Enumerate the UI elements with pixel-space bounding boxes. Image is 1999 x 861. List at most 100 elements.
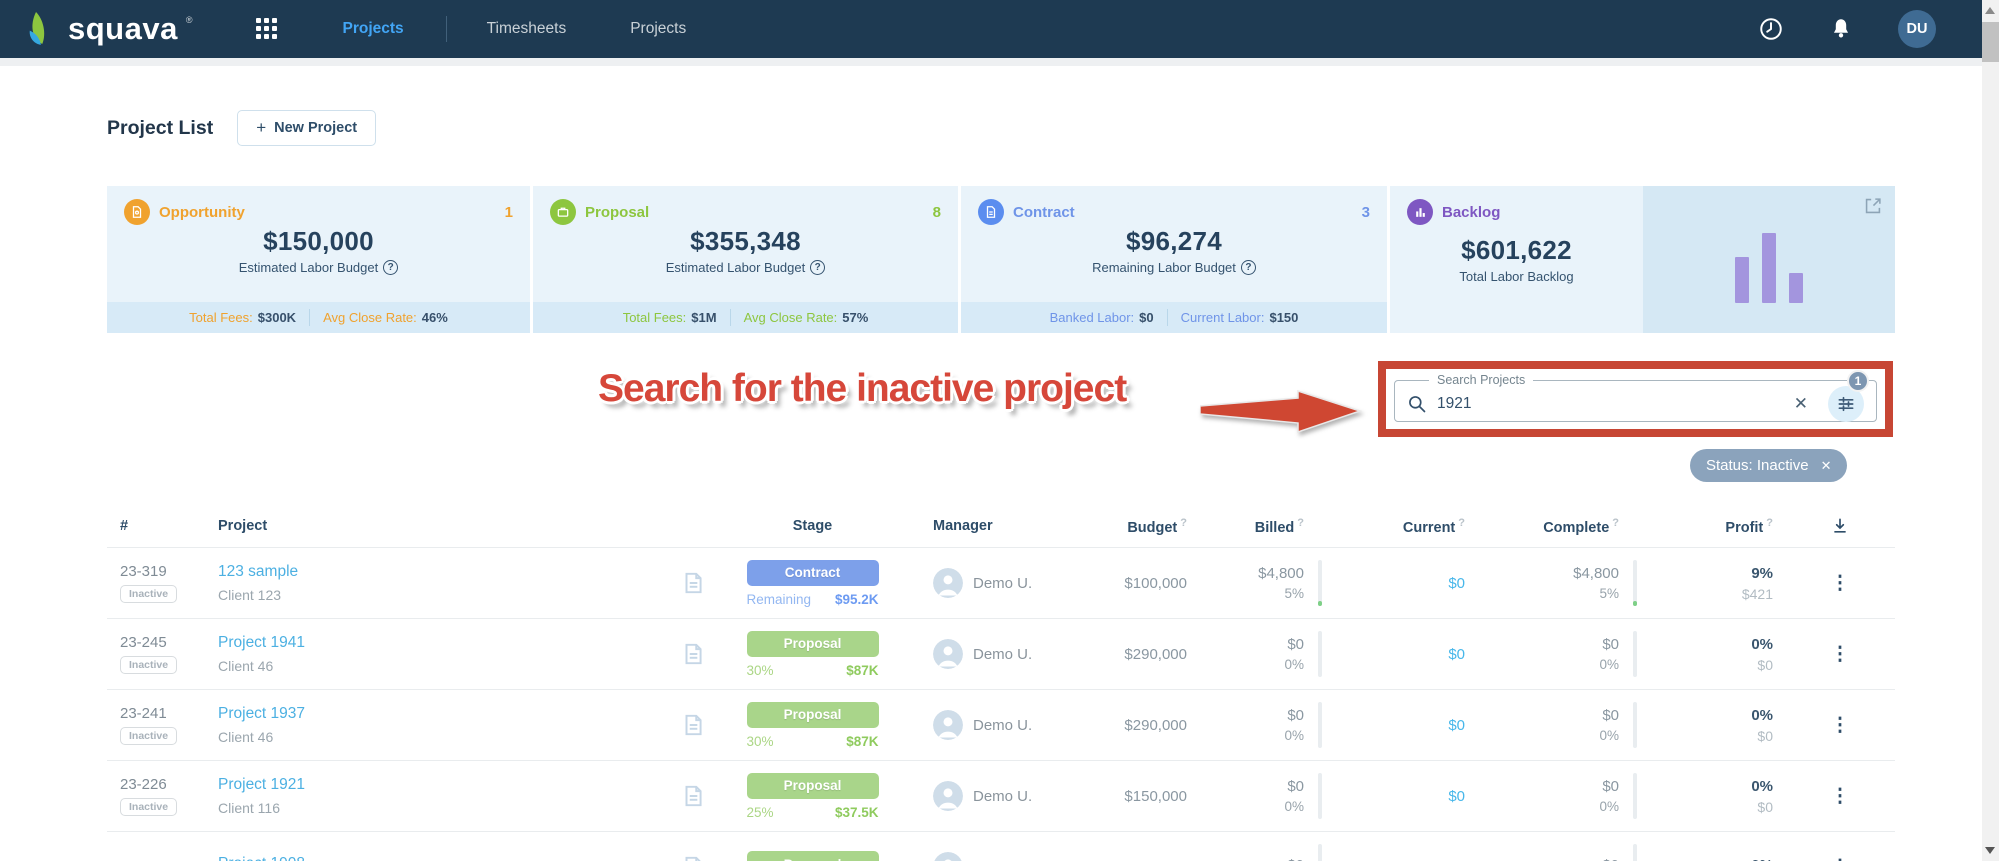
nav-link-projects-2[interactable]: Projects <box>630 20 686 38</box>
help-icon[interactable]: ? <box>1240 260 1256 275</box>
help-icon[interactable]: ? <box>1180 517 1187 529</box>
billed-value: $0 <box>1287 636 1304 653</box>
budget-cell: $290,000 <box>1124 645 1187 663</box>
project-link[interactable]: Project 1921 <box>218 776 305 793</box>
card-proposal[interactable]: Proposal 8 $355,348 Estimated Labor Budg… <box>533 186 958 333</box>
note-icon[interactable] <box>680 854 706 861</box>
remove-filter-icon[interactable]: ✕ <box>1821 458 1832 474</box>
table-row: 23-319 Inactive 123 sample Client 123 Co… <box>107 547 1895 618</box>
complete-cell: $0 <box>1485 844 1645 861</box>
billed-percent: 5% <box>1284 586 1304 601</box>
brand-logo[interactable]: squava ® <box>28 9 192 49</box>
card-title: Contract <box>1013 203 1075 221</box>
profit-amount: $0 <box>1757 656 1773 673</box>
search-input[interactable]: 1921 <box>1437 395 1784 413</box>
annotation-highlight-frame: Search Projects 1921 ✕ 1 <box>1378 361 1893 437</box>
user-avatar[interactable]: DU <box>1898 10 1936 48</box>
clock-icon[interactable] <box>1758 16 1784 42</box>
complete-cell: $0 0% <box>1485 773 1645 819</box>
project-number: 23-319 <box>120 563 167 580</box>
search-projects-box[interactable]: Search Projects 1921 ✕ 1 <box>1394 370 1877 422</box>
page-scrollbar[interactable] <box>1982 0 1999 861</box>
complete-bar <box>1633 844 1637 861</box>
table-row: 23-245 Inactive Project 1941 Client 46 P… <box>107 618 1895 689</box>
nav-link-timesheets[interactable]: Timesheets <box>487 20 567 38</box>
card-backlog[interactable]: Backlog $601,622 Total Labor Backlog <box>1390 186 1895 333</box>
project-link[interactable]: Project 1941 <box>218 634 305 651</box>
help-icon[interactable]: ? <box>1766 517 1773 529</box>
row-menu-icon[interactable]: ⋮ <box>1831 645 1850 664</box>
profit-cell: 0% $0 <box>1645 778 1785 815</box>
col-header-profit: Profit? <box>1725 516 1773 536</box>
note-icon[interactable] <box>680 783 706 809</box>
complete-bar <box>1633 773 1637 819</box>
status-badge: Inactive <box>120 727 178 745</box>
stat-value: $300K <box>257 310 297 325</box>
row-menu-icon[interactable]: ⋮ <box>1831 858 1850 861</box>
complete-percent: 0% <box>1599 728 1619 743</box>
project-link[interactable]: 123 sample <box>218 563 298 580</box>
app-grid-icon[interactable] <box>256 18 278 40</box>
billed-cell: $0 0% <box>1195 773 1330 819</box>
new-project-label: New Project <box>274 120 358 136</box>
stat-value: 46% <box>421 310 448 325</box>
card-value: $96,274 <box>1125 226 1223 256</box>
row-menu-icon[interactable]: ⋮ <box>1831 574 1850 593</box>
download-icon[interactable] <box>1785 516 1895 536</box>
page-title: Project List <box>107 116 214 139</box>
help-icon[interactable]: ? <box>1612 517 1619 529</box>
billed-cell: $0 <box>1195 844 1330 861</box>
note-icon[interactable] <box>680 712 706 738</box>
stage-sub-left: 30% <box>746 733 774 749</box>
help-icon[interactable]: ? <box>1458 517 1465 529</box>
note-icon[interactable] <box>680 641 706 667</box>
filter-button[interactable]: 1 <box>1828 370 1869 422</box>
scroll-thumb[interactable] <box>1982 22 1999 62</box>
annotation-arrow <box>1200 389 1362 434</box>
stage-sub: 25% $37.5K <box>747 805 879 820</box>
scroll-down-arrow[interactable] <box>1985 847 1995 854</box>
card-opportunity[interactable]: Opportunity 1 $150,000 Estimated Labor B… <box>107 186 530 333</box>
table-row: 23-241 Inactive Project 1937 Client 46 P… <box>107 689 1895 760</box>
help-icon[interactable]: ? <box>1297 517 1304 529</box>
stage-sub-right: $87K <box>846 733 879 749</box>
bell-icon[interactable] <box>1828 16 1854 42</box>
scroll-up-arrow[interactable] <box>1985 7 1995 14</box>
billed-percent: 0% <box>1284 799 1304 814</box>
profit-percent: 0% <box>1751 777 1773 795</box>
profit-percent: 0% <box>1645 857 1773 861</box>
col-header-project: Project <box>218 518 268 534</box>
stat-label: Current Labor: <box>1180 310 1265 325</box>
col-header-billed: Billed? <box>1254 516 1304 536</box>
card-stats: Banked Labor: $0 Current Labor: $150 <box>961 302 1387 333</box>
filter-chip-status-inactive[interactable]: Status: Inactive ✕ <box>1690 449 1848 482</box>
nav-link-projects[interactable]: Projects <box>342 20 403 38</box>
budget-cell: $290,000 <box>1124 716 1187 734</box>
stat-value: $1M <box>691 310 717 325</box>
complete-value: $0 <box>1602 636 1619 653</box>
project-link[interactable]: Project 1908 <box>218 855 305 861</box>
stat-value: 57% <box>842 310 869 325</box>
complete-percent: 5% <box>1599 586 1619 601</box>
help-icon[interactable]: ? <box>810 260 826 275</box>
clear-search-icon[interactable]: ✕ <box>1794 394 1808 414</box>
backlog-bar <box>1789 273 1803 303</box>
row-menu-icon[interactable]: ⋮ <box>1831 787 1850 806</box>
row-menu-icon[interactable]: ⋮ <box>1831 716 1850 735</box>
complete-value: $0 <box>1602 707 1619 724</box>
status-badge: Inactive <box>120 798 178 816</box>
manager-name: Demo U. <box>973 645 1033 663</box>
billed-bar <box>1318 631 1322 677</box>
card-contract[interactable]: Contract 3 $96,274 Remaining Labor Budge… <box>961 186 1387 333</box>
complete-percent: 0% <box>1599 657 1619 672</box>
project-number: 23-226 <box>120 776 167 793</box>
project-link[interactable]: Project 1937 <box>218 705 305 722</box>
help-icon[interactable]: ? <box>383 260 399 275</box>
external-link-icon[interactable] <box>1862 195 1884 217</box>
new-project-button[interactable]: + New Project <box>237 110 377 146</box>
stat-label: Banked Labor: <box>1049 310 1135 325</box>
stage-sub-left: 30% <box>746 662 774 678</box>
note-icon[interactable] <box>680 570 706 596</box>
table-row: 23-226 Inactive Project 1921 Client 116 … <box>107 760 1895 831</box>
stat-label: Avg Close Rate: <box>743 310 838 325</box>
